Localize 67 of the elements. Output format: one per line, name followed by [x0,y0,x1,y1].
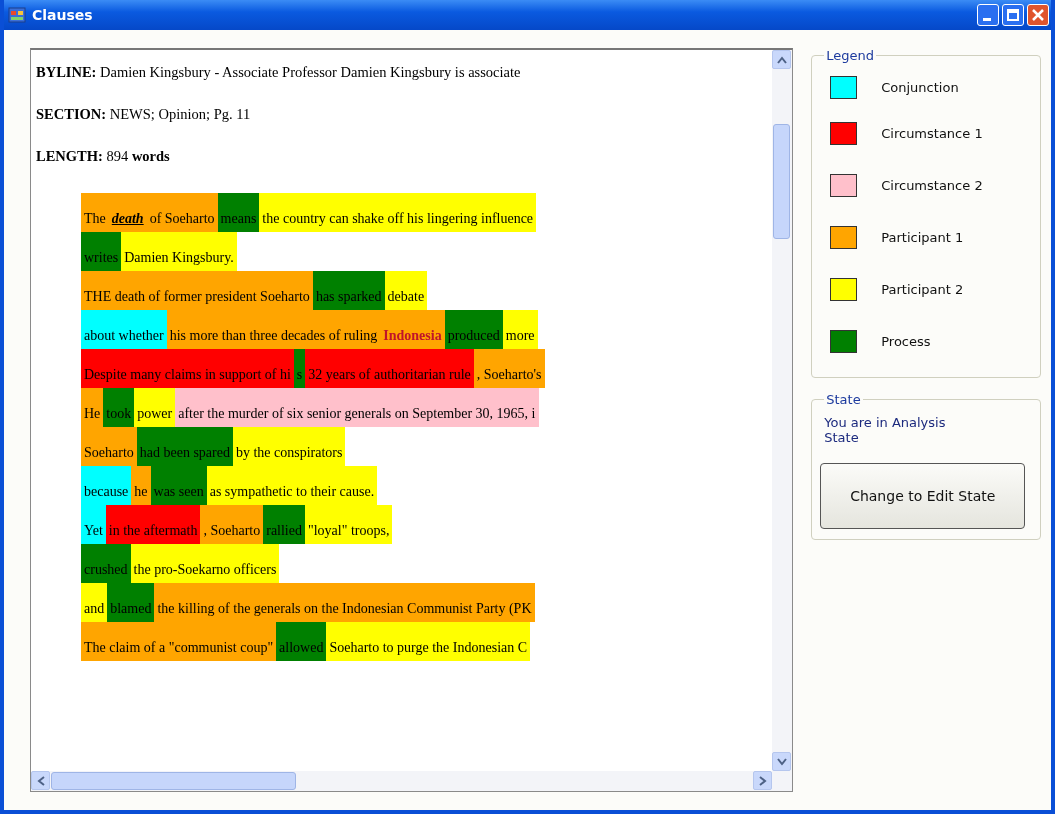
clause-segment: He [81,388,104,427]
clause-segment: because [81,466,132,505]
clause-segment: the pro-Soekarno officers [130,544,280,583]
state-message: You are in Analysis State [824,415,947,445]
clause-segment: more [502,310,538,349]
clause-segment: in the aftermath [105,505,201,544]
app-icon [8,7,26,23]
clause-segment: writes [81,232,122,271]
metadata-line: LENGTH: 894 words [36,147,171,166]
legend-label: Conjunction [881,79,959,95]
clause-segment: by the conspirators [232,427,346,466]
vertical-scrollbar[interactable] [772,50,793,771]
clause-segment: power [134,388,176,427]
change-state-button[interactable]: Change to Edit State [820,463,1026,529]
clause-segment: , Soeharto [200,505,264,544]
group-title: Legend [825,48,875,63]
clause-segment: The [81,193,109,232]
minimize-icon [982,17,991,21]
clause-segment: he [131,466,151,505]
clause-segment: debate [384,271,428,310]
clause-segment: means [217,193,260,232]
clause-segment: Indonesia [380,310,445,349]
clause-segment: the killing of the generals on the Indonesian Communist Party (PK [154,583,535,622]
maximize-icon [1006,8,1020,22]
window-title: Clauses [32,7,93,23]
clause-segment: and [81,583,108,622]
maximize-button[interactable] [1002,4,1024,26]
legend-label: Process [881,333,931,349]
minimize-button[interactable] [977,4,999,26]
legend-label: Circumstance 2 [881,177,983,193]
clause-segment: THE death of former president Soeharto [81,271,313,310]
clause-segment: the country can shake off his lingering influence [259,193,537,232]
legend-label: Participant 1 [881,229,964,245]
clause-segment: had been spared [136,427,233,466]
clause-segment: Yet [81,505,106,544]
clause-segment: The claim of a "communist coup" [81,622,277,661]
horizontal-scrollbar[interactable] [31,771,793,791]
clause-segment: Damien Kingsbury. [121,232,237,271]
metadata-line: SECTION: NEWS; Opinion; Pg. 11 [36,105,252,124]
clause-segment: Soeharto [81,427,137,466]
clause-segment: Despite many claims in support of hi [81,349,294,388]
scroll-thumb[interactable] [51,772,296,790]
close-icon [1031,8,1045,22]
clause-segment: has sparked [312,271,385,310]
clause-segment: about whether [81,310,167,349]
close-button[interactable] [1027,4,1049,26]
clause-segment: "loyal" troops, [305,505,393,544]
clause-segment: crushed [81,544,131,583]
clause-segment: his more than three decades of ruling [166,310,381,349]
clause-segment: allowed [276,622,327,661]
metadata-line: BYLINE: Damien Kingsbury - Associate Professor Damien Kingsbury is associate [36,63,522,82]
legend-label: Participant 2 [881,281,964,297]
clause-segment: produced [444,310,503,349]
clause-segment: after the murder of six senior generals on September 30, 1965, i [175,388,539,427]
legend-label: Circumstance 1 [881,125,983,141]
clause-segment: was seen [150,466,207,505]
clause-segment: 32 years of authoritarian rule [305,349,474,388]
scroll-thumb[interactable] [773,124,791,239]
clause-segment: Soeharto to purge the Indonesian C [326,622,531,661]
clause-segment: death [108,193,147,232]
clause-segment: took [103,388,135,427]
clause-segment: as sympathetic to their cause. [206,466,378,505]
clause-segment: blamed [107,583,155,622]
clause-segment: rallied [263,505,305,544]
clause-segment: of Soeharto [146,193,218,232]
clause-segment: , Soeharto's [473,349,545,388]
group-title: State [825,392,862,407]
